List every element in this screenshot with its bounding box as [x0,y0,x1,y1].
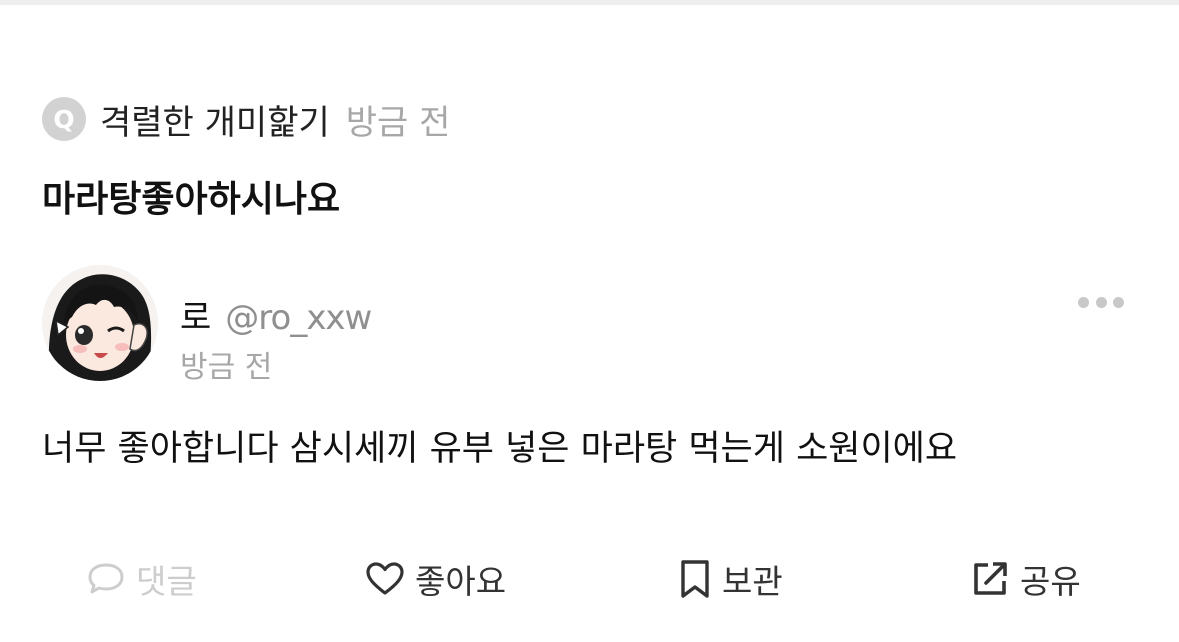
save-label: 보관 [722,562,783,601]
more-options-button[interactable] [1078,290,1124,314]
save-button[interactable]: 보관 [678,556,783,602]
user-handle[interactable]: @ro_xxw [225,298,372,338]
avatar-image [42,265,158,381]
like-button[interactable]: 좋아요 [365,556,506,602]
more-dot-icon [1113,296,1124,308]
comment-bubble-icon [88,563,124,594]
question-title[interactable]: 마라탕좋아하시나요 [42,170,340,222]
share-label: 공유 [1020,562,1081,601]
avatar[interactable] [42,265,158,381]
bookmark-icon [681,560,709,598]
answer-body: 너무 좋아합니다 삼시세끼 유부 넣은 마라탕 먹는게 소원이에요 [42,429,958,469]
more-dot-icon [1095,296,1107,308]
comment-button[interactable]: 댓글 [86,556,197,602]
like-label: 좋아요 [415,562,507,601]
share-icon [974,562,1007,595]
question-meta: Q 격렬한 개미핥기 방금 전 [42,95,451,144]
heart-icon [366,562,404,595]
comment-label: 댓글 [136,562,197,601]
share-button[interactable]: 공유 [970,556,1081,602]
question-badge-icon: Q [42,97,86,141]
top-divider [0,0,1179,5]
answer-time: 방금 전 [180,350,273,385]
answer-author-line: 로 @ro_xxw [180,290,372,339]
user-name[interactable]: 로 [180,290,211,339]
question-time: 방금 전 [345,102,451,143]
post-page: Q 격렬한 개미핥기 방금 전 마라탕좋아하시나요 로 @ro_xxw 방금 전… [0,0,1179,642]
question-author[interactable]: 격렬한 개미핥기 [100,95,330,144]
more-dot-icon [1078,296,1089,308]
